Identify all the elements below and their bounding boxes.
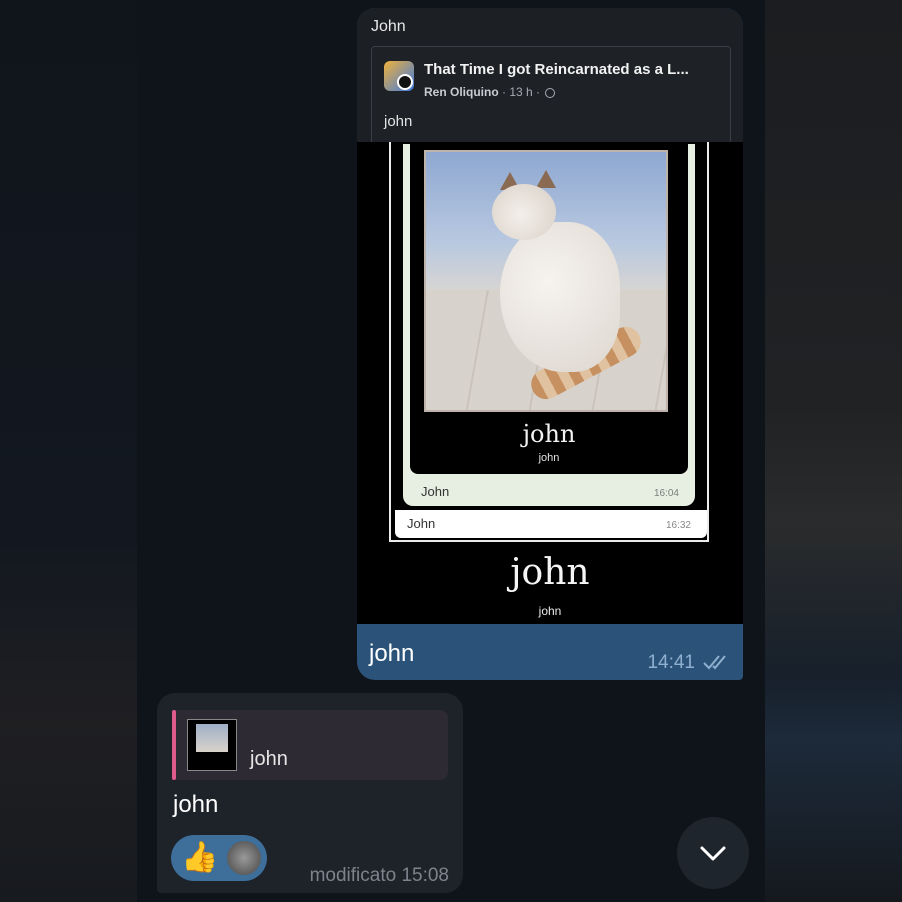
- cat-head: [492, 184, 556, 240]
- message-time: 14:41: [647, 652, 695, 673]
- message-text: john: [173, 791, 219, 818]
- page-avatar: [384, 61, 414, 91]
- reaction-chip[interactable]: 👍: [171, 835, 267, 881]
- inner-screenshot: john john John 16:04: [403, 144, 695, 506]
- meme-frame: john john John 16:04 John 16:32: [389, 142, 709, 542]
- inner-caption-small: john: [538, 452, 560, 464]
- inner-caption-big: john: [522, 420, 576, 448]
- chevron-down-icon: [700, 846, 726, 861]
- meme-image[interactable]: john john John 16:04 John 16:32 john joh…: [357, 142, 743, 624]
- forward-header: John That Time I got Reincarnated as a L…: [357, 8, 743, 143]
- scroll-down-button[interactable]: [677, 817, 749, 889]
- message-text: john: [369, 640, 415, 667]
- avatar: [227, 841, 261, 875]
- inner-reply: John 16:32: [395, 510, 707, 538]
- shared-post-card[interactable]: That Time I got Reincarnated as a L... R…: [371, 46, 731, 143]
- inner-reply-sender: John: [407, 516, 436, 531]
- cat-ear: [536, 170, 556, 188]
- outgoing-message-bubble[interactable]: John That Time I got Reincarnated as a L…: [357, 8, 743, 680]
- cat-body: [500, 222, 620, 372]
- left-blur-background: [0, 0, 137, 902]
- inner-time: 16:04: [653, 488, 679, 499]
- post-author: Ren Oliquino: [424, 85, 499, 99]
- post-age: · 13 h ·: [502, 85, 541, 99]
- reply-preview-text: john: [250, 748, 288, 770]
- right-blur-background: [765, 0, 902, 902]
- double-check-icon: [703, 655, 726, 670]
- globe-icon: [545, 88, 556, 98]
- cat-photo: [424, 150, 668, 412]
- thumbs-up-icon: 👍: [181, 841, 219, 874]
- meme-caption-small: john: [538, 604, 562, 618]
- reply-accent-bar: [172, 710, 176, 780]
- post-title: That Time I got Reincarnated as a L...: [424, 61, 689, 78]
- inner-sender: John: [421, 484, 450, 499]
- inner-reply-time: 16:32: [665, 520, 691, 531]
- edited-time: modificato 15:08: [309, 865, 449, 886]
- sender-name[interactable]: John: [371, 18, 406, 36]
- post-meta: Ren Oliquino · 13 h ·: [424, 85, 556, 99]
- inner-meme: john john: [410, 144, 688, 474]
- reply-preview[interactable]: john: [172, 710, 448, 780]
- post-text: john: [384, 113, 413, 130]
- meme-caption-big: john: [510, 552, 590, 593]
- reply-thumbnail: [187, 719, 237, 771]
- incoming-message-bubble[interactable]: john john 👍 modificato 15:08: [157, 693, 463, 893]
